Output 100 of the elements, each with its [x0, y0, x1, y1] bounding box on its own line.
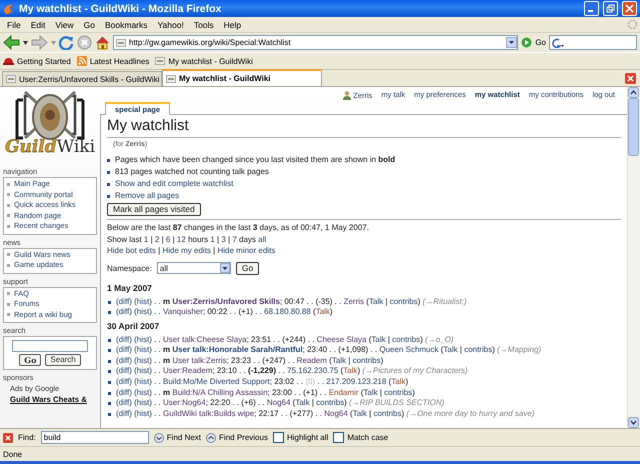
page-link[interactable]: contribs	[352, 356, 381, 365]
page-link[interactable]: Readem	[296, 356, 327, 365]
checkbox[interactable]	[333, 432, 344, 443]
page-link[interactable]: Build:Mo/Me Diverted Support	[163, 377, 270, 386]
period-link[interactable]: 3	[221, 234, 226, 244]
filter-link[interactable]: Hide bot edits	[107, 246, 156, 255]
page-link[interactable]: (hist)	[134, 398, 152, 408]
menu-item[interactable]: Go	[78, 20, 100, 30]
page-link[interactable]: Talk	[371, 334, 386, 344]
menu-item[interactable]: Yahoo!	[152, 20, 189, 30]
page-link[interactable]: (hist)	[134, 356, 152, 365]
page-link[interactable]: (diff)	[116, 388, 132, 397]
page-link[interactable]: User talk:Zerris	[172, 356, 227, 365]
scroll-thumb[interactable]	[628, 98, 639, 156]
close-button[interactable]	[622, 1, 637, 16]
filter-link[interactable]: Hide minor edits	[217, 246, 276, 255]
page-link[interactable]: Cheese Slaya	[316, 334, 366, 344]
period-link[interactable]: 7	[232, 234, 237, 244]
period-link[interactable]: 1	[144, 234, 148, 244]
restore-button[interactable]	[603, 1, 618, 16]
menu-item[interactable]: File	[2, 20, 26, 30]
page-link[interactable]: Build:N/A Chilling Assassin	[172, 388, 268, 397]
page-link[interactable]: (hist)	[134, 377, 152, 386]
browser-tab[interactable]: My watchlist - GuildWiki	[162, 69, 322, 86]
go-button[interactable]: Go	[535, 38, 546, 47]
page-link[interactable]: contribs	[464, 345, 492, 354]
page-link[interactable]: (hist)	[134, 296, 152, 306]
search-button[interactable]: Search	[45, 354, 81, 366]
bookmark-item[interactable]: Getting Started	[3, 56, 71, 66]
find-input[interactable]: build	[40, 431, 149, 444]
page-link[interactable]: (diff)	[116, 408, 132, 418]
page-link[interactable]: Talk	[295, 398, 310, 408]
page-link[interactable]: contribs	[390, 296, 418, 306]
page-link[interactable]: contribs	[392, 334, 420, 344]
stop-icon[interactable]	[77, 35, 92, 50]
page-link[interactable]: contribs	[384, 388, 412, 397]
go-button[interactable]: Go	[236, 262, 260, 274]
bookmark-item[interactable]: My watchlist - GuildWiki	[155, 56, 253, 66]
page-link[interactable]: (diff)	[116, 296, 132, 306]
page-link[interactable]: Talk	[343, 366, 358, 376]
page-link[interactable]: Talk	[391, 377, 406, 386]
address-field[interactable]: http://gw.gamewikis.org/wiki/Special:Watchlist	[113, 35, 518, 50]
page-link[interactable]: Nog64	[324, 408, 348, 418]
page-link[interactable]: (diff)	[116, 366, 132, 376]
bookmark-item[interactable]: Latest Headlines	[76, 56, 150, 66]
page-link[interactable]: (diff)	[116, 334, 132, 344]
page-link[interactable]: Queen Schmuck	[379, 345, 438, 354]
page-link[interactable]: User talk:Cheese Slaya	[163, 334, 247, 344]
page-link[interactable]: 217.209.123.218	[326, 377, 386, 386]
search-input[interactable]	[12, 340, 88, 352]
page-link[interactable]: Endamir	[328, 388, 358, 397]
page-link[interactable]: User talk:Honorable Sarah/Rantful	[172, 345, 303, 354]
page-link[interactable]: (hist)	[134, 388, 152, 397]
page-link[interactable]: Zerris	[344, 296, 364, 306]
page-link[interactable]: User:Readem	[163, 366, 212, 376]
menu-item[interactable]: Tools	[188, 20, 219, 30]
page-link[interactable]: 68.180.80.88	[264, 307, 311, 316]
period-link[interactable]: 6	[166, 234, 170, 244]
page-link[interactable]: (diff)	[116, 307, 132, 316]
scroll-down-icon[interactable]	[628, 417, 639, 428]
page-link[interactable]: Nog64	[266, 398, 290, 408]
page-link[interactable]: Talk	[368, 296, 384, 306]
reload-icon[interactable]	[59, 35, 74, 50]
period-link[interactable]: 1	[210, 234, 215, 244]
filter-link[interactable]: Hide my edits	[162, 246, 211, 255]
page-link[interactable]: Talk	[352, 408, 367, 418]
page-link[interactable]: 75.162.230.75	[287, 366, 338, 376]
page-link[interactable]: (diff)	[116, 377, 132, 386]
watchlist-link[interactable]: Remove all pages	[115, 191, 180, 201]
page-link[interactable]: (hist)	[134, 334, 152, 344]
period-link[interactable]: 12	[176, 234, 186, 244]
scrollbar[interactable]	[627, 87, 640, 428]
page-link[interactable]: (hist)	[134, 345, 152, 354]
page-link[interactable]: Talk	[332, 356, 346, 365]
page-link[interactable]: (diff)	[116, 356, 132, 365]
page-link[interactable]: (diff)	[116, 345, 132, 354]
menu-item[interactable]: Edit	[26, 20, 50, 30]
close-tab-icon[interactable]	[625, 73, 636, 84]
page-link[interactable]: contribs	[373, 408, 402, 418]
dropdown-button-icon[interactable]	[506, 37, 518, 48]
period-link[interactable]: all	[258, 234, 266, 244]
page-link[interactable]: (hist)	[134, 366, 152, 376]
period-link[interactable]: 2	[154, 234, 160, 244]
find-button[interactable]: Find Next	[154, 432, 202, 442]
minimize-button[interactable]	[584, 1, 599, 16]
close-icon[interactable]	[3, 432, 13, 442]
mark-visited-button[interactable]: Mark all pages visited	[107, 203, 201, 216]
page-link[interactable]: User:Zerris/Unfavored Skills	[172, 296, 280, 306]
go-button[interactable]: Go	[19, 354, 42, 366]
back-arrow-icon[interactable]	[3, 35, 20, 50]
page-link[interactable]: (diff)	[116, 398, 132, 408]
search-field[interactable]	[549, 35, 637, 50]
scroll-up-icon[interactable]	[628, 87, 639, 98]
page-link[interactable]: (hist)	[134, 408, 152, 418]
home-icon[interactable]	[95, 35, 110, 50]
page-link[interactable]: Talk	[316, 307, 330, 316]
page-link[interactable]: (hist)	[134, 307, 152, 316]
dropdown-caret-icon[interactable]	[23, 40, 28, 44]
menu-item[interactable]: View	[50, 20, 79, 30]
browser-tab[interactable]: User:Zerris/Unfavored Skills - GuildWiki	[2, 71, 162, 86]
